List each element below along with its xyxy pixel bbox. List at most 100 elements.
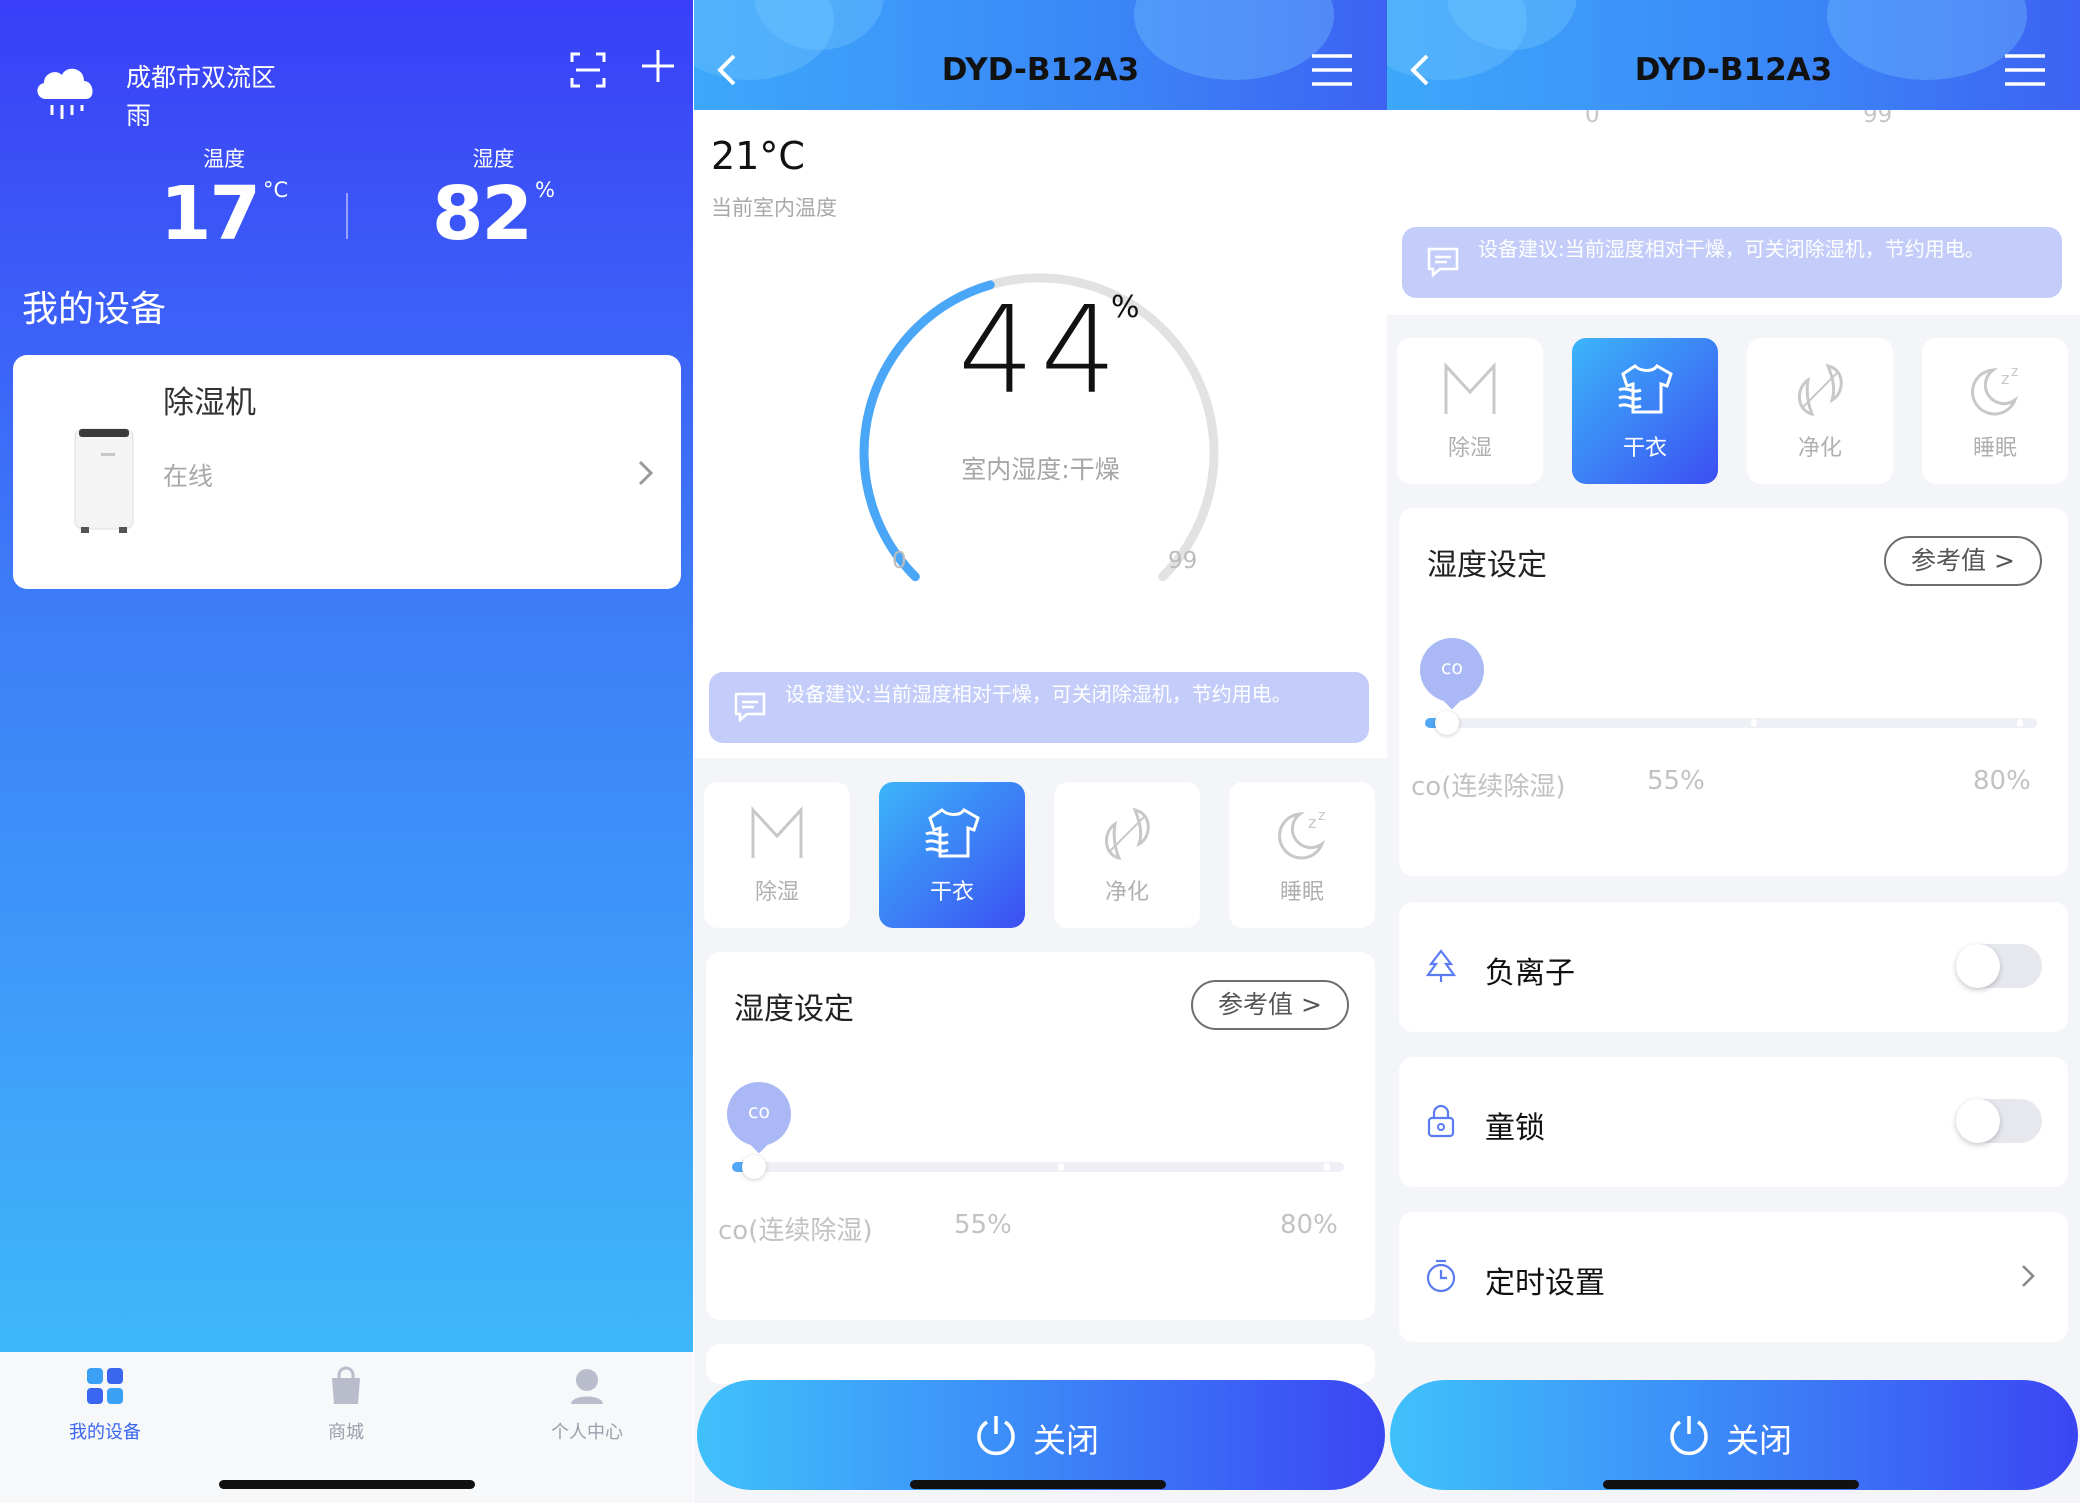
toggle-knob xyxy=(1956,1099,2000,1143)
lock-icon xyxy=(1427,1104,1455,1138)
menu-icon[interactable] xyxy=(2003,52,2047,88)
svg-text:z: z xyxy=(1308,813,1316,832)
metric-divider xyxy=(346,193,348,239)
mode-dry-clothes[interactable]: 干衣 xyxy=(879,782,1025,928)
mode-label: 除湿 xyxy=(1447,436,1492,461)
toggle-knob xyxy=(1956,944,2000,988)
power-off-label: 关闭 xyxy=(1033,1421,1099,1460)
temperature-label: 温度 xyxy=(203,147,246,171)
child-lock-label: 童锁 xyxy=(1485,1111,1545,1146)
mode-label: 净化 xyxy=(1104,880,1149,905)
chevron-right-icon xyxy=(638,460,654,486)
slider-tick xyxy=(1324,1163,1330,1171)
mode-selector: 除湿 干衣 净化 z z 睡眠 xyxy=(704,782,1377,932)
device-name: 除湿机 xyxy=(163,385,256,421)
power-off-button[interactable]: 关闭 xyxy=(697,1380,1385,1490)
mode-sleep[interactable]: z z 睡眠 xyxy=(1229,782,1375,928)
mode-sleep[interactable]: z z 睡眠 xyxy=(1922,338,2068,484)
feature-row-partial xyxy=(706,1344,1375,1384)
temperature-metric: 温度 17 °C xyxy=(160,143,288,255)
scale-label-80: 80% xyxy=(1973,766,2031,796)
device-title: DYD-B12A3 xyxy=(1634,52,1833,88)
mode-dehumidify[interactable]: 除湿 xyxy=(1397,338,1543,484)
humidity-setting-card: 湿度设定 参考值 > co co(连续除湿) 55% 80% xyxy=(1399,508,2068,876)
gauge-max-label: 99 xyxy=(1168,548,1198,574)
m-letter-icon xyxy=(1444,362,1496,414)
slider-value-bubble: co xyxy=(727,1082,791,1146)
device-title: DYD-B12A3 xyxy=(941,52,1140,88)
humidity-reading-unit: % xyxy=(1111,290,1140,325)
humidity-status: 室内湿度:干燥 xyxy=(961,455,1120,484)
shirt-icon xyxy=(925,808,980,858)
menu-icon[interactable] xyxy=(1310,52,1354,88)
mode-purify[interactable]: 净化 xyxy=(1054,782,1200,928)
scale-label-continuous: co(连续除湿) xyxy=(718,1216,873,1246)
advice-banner: 设备建议:当前湿度相对干燥，可关闭除湿机，节约用电。 xyxy=(1402,227,2062,298)
humidity-unit: % xyxy=(534,178,555,202)
slider-handle[interactable] xyxy=(1435,711,1459,735)
scale-label-continuous: co(连续除湿) xyxy=(1411,772,1566,802)
humidity-setting-card: 湿度设定 参考值 > co co(连续除湿) 55% 80% xyxy=(706,952,1375,1320)
mode-dry-clothes[interactable]: 干衣 xyxy=(1572,338,1718,484)
user-icon xyxy=(571,1369,603,1404)
shopping-bag-icon xyxy=(332,1366,360,1404)
svg-text:z: z xyxy=(1318,808,1325,824)
slider-handle[interactable] xyxy=(742,1155,766,1179)
slider-tick xyxy=(2017,719,2023,727)
humidity-slider[interactable] xyxy=(732,1155,1344,1179)
home-indicator xyxy=(910,1480,1166,1489)
tab-mall-label: 商城 xyxy=(328,1422,364,1443)
mode-label: 干衣 xyxy=(1622,436,1667,461)
humidity-setting-title: 湿度设定 xyxy=(1427,548,1547,583)
power-off-label: 关闭 xyxy=(1726,1421,1792,1460)
negative-ion-toggle[interactable] xyxy=(1956,944,2042,988)
location-label: 成都市双流区 xyxy=(126,63,277,92)
device-card-dehumidifier[interactable]: 除湿机 在线 xyxy=(13,355,681,589)
feature-row-timer[interactable]: 定时设置 xyxy=(1399,1212,2068,1342)
add-device-icon[interactable] xyxy=(638,46,678,86)
scale-label-55: 55% xyxy=(954,1210,1012,1240)
timer-setting-label: 定时设置 xyxy=(1485,1266,1605,1301)
gauge-min-label: 0 xyxy=(892,548,907,574)
reference-value-button[interactable]: 参考值 > xyxy=(1884,536,2042,586)
chevron-right-icon xyxy=(2022,1265,2035,1287)
mode-purify[interactable]: 净化 xyxy=(1747,338,1893,484)
scan-icon[interactable] xyxy=(568,50,608,90)
temperature-value: 17 xyxy=(160,171,261,257)
tab-profile[interactable]: 个人中心 xyxy=(527,1364,647,1444)
power-icon xyxy=(977,1416,1015,1456)
moon-zz-icon: z z xyxy=(1278,808,1325,860)
humidity-reading: 44 xyxy=(958,282,1123,421)
mode-label: 除湿 xyxy=(754,880,799,905)
leaf-icon xyxy=(1105,807,1150,861)
feature-row-negative-ion: 负离子 xyxy=(1399,902,2068,1032)
power-icon xyxy=(1670,1416,1708,1456)
slider-value-bubble: co xyxy=(1420,638,1484,702)
svg-text:z: z xyxy=(2001,369,2009,388)
reference-value-button[interactable]: 参考值 > xyxy=(1191,980,1349,1030)
scale-label-80: 80% xyxy=(1280,1210,1338,1240)
slider-tick xyxy=(1058,1163,1064,1171)
scale-label-55: 55% xyxy=(1647,766,1705,796)
tab-my-devices[interactable]: 我的设备 xyxy=(45,1364,165,1444)
power-off-button[interactable]: 关闭 xyxy=(1390,1380,2078,1490)
humidity-metric: 湿度 82% xyxy=(432,143,555,255)
humidity-value: 82 xyxy=(432,171,533,257)
device-status: 在线 xyxy=(163,462,214,491)
weather-condition: 雨 xyxy=(126,101,152,130)
advice-text: 设备建议:当前湿度相对干燥，可关闭除湿机，节约用电。 xyxy=(1478,237,1985,261)
tab-mall[interactable]: 商城 xyxy=(286,1364,406,1444)
humidity-setting-title: 湿度设定 xyxy=(734,992,854,1027)
message-icon xyxy=(1427,247,1459,278)
child-lock-toggle[interactable] xyxy=(1956,1099,2042,1143)
mode-label: 睡眠 xyxy=(1279,880,1324,905)
timer-icon xyxy=(1426,1259,1456,1293)
my-devices-title: 我的设备 xyxy=(22,289,167,330)
tab-profile-label: 个人中心 xyxy=(551,1422,623,1443)
leaf-icon xyxy=(1798,363,1843,417)
feature-row-child-lock: 童锁 xyxy=(1399,1057,2068,1187)
humidity-slider[interactable] xyxy=(1425,711,2037,735)
home-screen: 成都市双流区 雨 温度 17 °C 湿度 82% 我的设备 除湿机 在线 我的设… xyxy=(0,0,693,1503)
mode-dehumidify[interactable]: 除湿 xyxy=(704,782,850,928)
humidity-label: 湿度 xyxy=(472,147,515,171)
